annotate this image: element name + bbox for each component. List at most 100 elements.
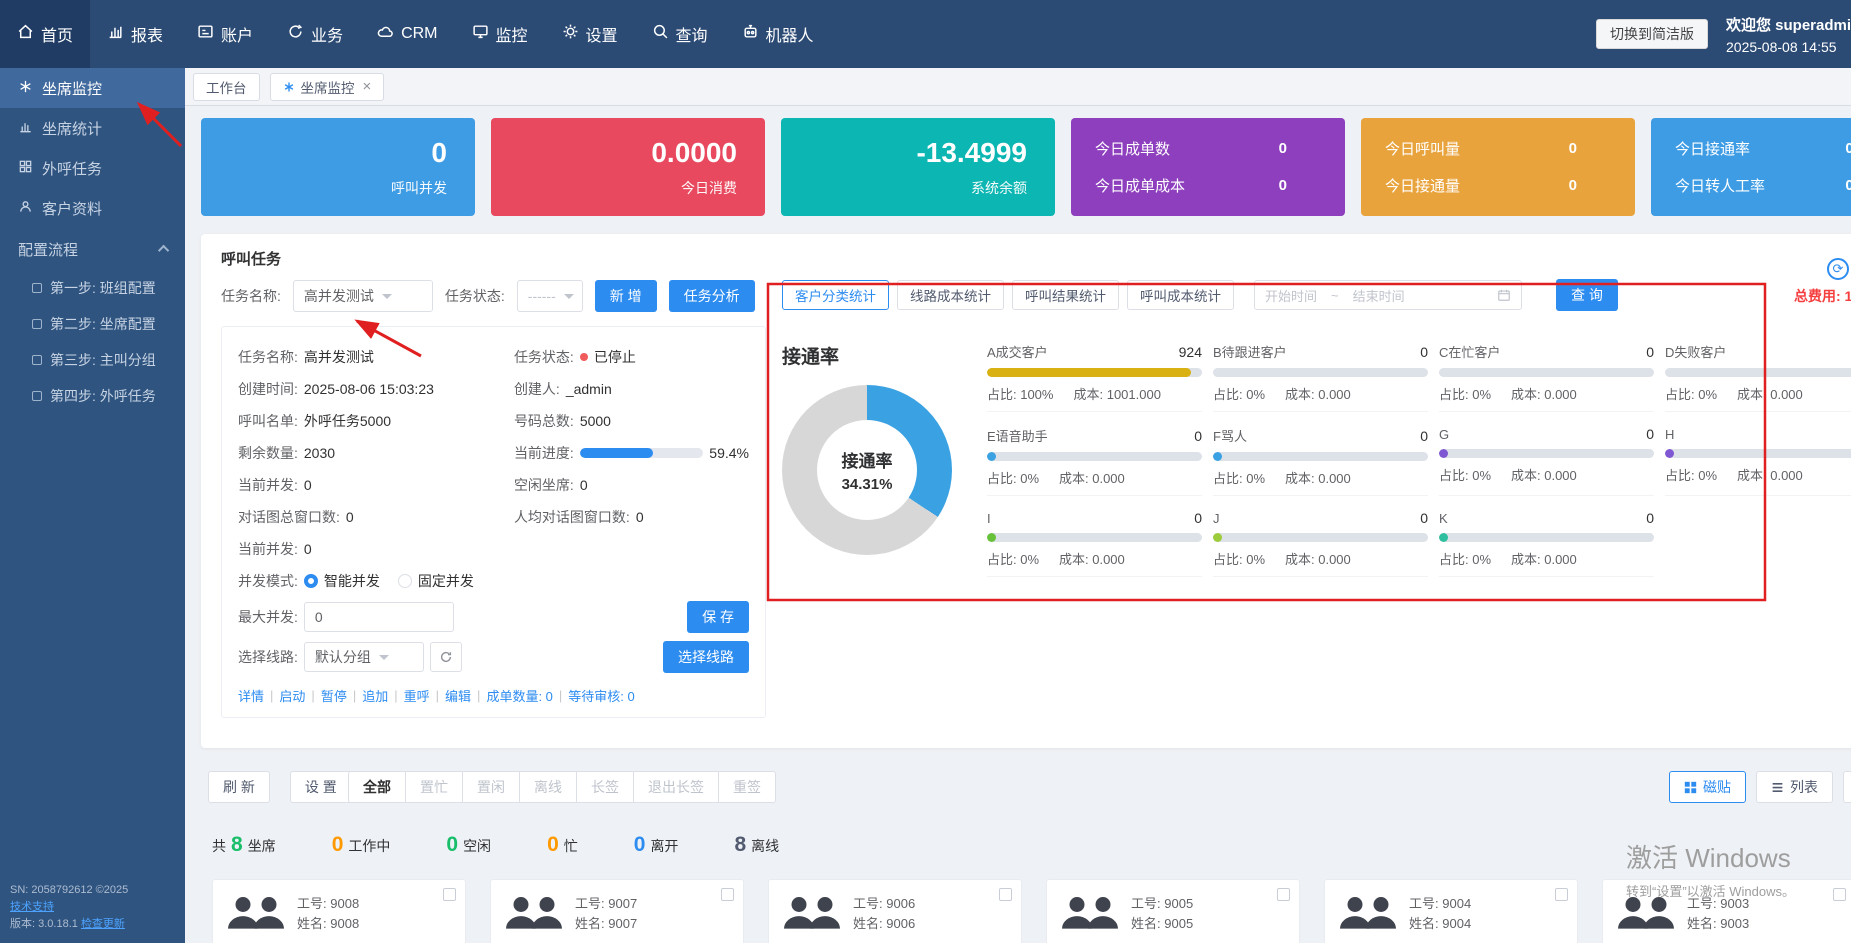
detail-link[interactable]: 详情 xyxy=(238,686,264,705)
update-link[interactable]: 检查更新 xyxy=(81,918,125,930)
nav-label: 账户 xyxy=(221,22,253,46)
nav-label: 查询 xyxy=(676,22,708,46)
pause-link[interactable]: 暂停 xyxy=(321,686,347,705)
summary-value: 8 xyxy=(734,833,746,857)
close-icon[interactable]: × xyxy=(363,78,372,95)
category-stat-item-j: J0 占比: 0%成本: 0.000 xyxy=(1213,510,1428,577)
radio-smart-concurrency[interactable] xyxy=(304,574,318,588)
summary-busy: 0 忙 xyxy=(547,833,578,857)
stat-label: 系统余额 xyxy=(971,178,1027,198)
filter-resign-button[interactable]: 重签 xyxy=(718,771,776,803)
list-view-button[interactable]: 列表 xyxy=(1756,771,1833,803)
field-value: 0 xyxy=(580,477,588,493)
summary-value: 8 xyxy=(231,833,243,857)
edit-link[interactable]: 编辑 xyxy=(445,686,471,705)
filter-set-busy-button[interactable]: 置忙 xyxy=(405,771,463,803)
nav-item-search[interactable]: 查询 xyxy=(635,0,725,68)
sidebar-item-agent-monitor[interactable]: 坐席监控 xyxy=(0,68,185,108)
nav-item-robot[interactable]: 机器人 xyxy=(725,0,831,68)
agent-card-9006[interactable]: 工号: 9006 姓名: 9006 xyxy=(768,879,1022,943)
date-range-picker[interactable]: 开始时间 ~ 结束时间 xyxy=(1254,280,1522,310)
agent-card-9007[interactable]: 工号: 9007 姓名: 9007 xyxy=(490,879,744,943)
step-square-icon xyxy=(32,355,42,365)
agent-checkbox[interactable] xyxy=(1555,888,1568,901)
agent-card-9005[interactable]: 工号: 9005 姓名: 9005 xyxy=(1046,879,1300,943)
filter-set-idle-button[interactable]: 置闲 xyxy=(462,771,520,803)
field-label: 空闲坐席: xyxy=(514,475,574,495)
support-link[interactable]: 技术支持 xyxy=(10,901,54,913)
tile-view-button[interactable]: 磁贴 xyxy=(1669,771,1746,803)
line-group-value: 默认分组 xyxy=(315,647,371,667)
agent-summary-row: 共 8 坐席 0 工作中 0 空闲 0 忙 0 离开 8 离线 xyxy=(212,833,779,857)
sidebar-label: 坐席统计 xyxy=(42,118,102,139)
nav-item-report[interactable]: 报表 xyxy=(90,0,180,68)
task-name-select[interactable]: 高并发测试 xyxy=(293,280,433,312)
filter-exit-long-sign-button[interactable]: 退出长签 xyxy=(633,771,719,803)
category-stat-item-f: F骂人0 占比: 0%成本: 0.000 xyxy=(1213,426,1428,496)
tab-workbench[interactable]: 工作台 xyxy=(193,73,260,101)
recall-link[interactable]: 重呼 xyxy=(404,686,430,705)
query-button[interactable]: 查 询 xyxy=(1556,279,1618,311)
stats-tab-call-result[interactable]: 呼叫结果统计 xyxy=(1012,280,1119,310)
save-button[interactable]: 保 存 xyxy=(687,601,749,633)
refresh-line-icon[interactable] xyxy=(430,642,462,672)
task-status-select[interactable]: ------ xyxy=(517,280,583,312)
filter-all-button[interactable]: 全部 xyxy=(348,771,406,803)
refresh-button[interactable]: 刷 新 xyxy=(208,771,270,803)
range-separator: ~ xyxy=(1331,288,1339,303)
sidebar-item-step3-caller-group[interactable]: 第三步: 主叫分组 xyxy=(0,342,185,378)
nav-item-home[interactable]: 首页 xyxy=(0,0,90,68)
add-task-button[interactable]: 新 增 xyxy=(595,280,657,312)
switch-simple-version-button[interactable]: 切换到简洁版 xyxy=(1596,19,1708,49)
select-line-button[interactable]: 选择线路 xyxy=(663,641,749,673)
start-link[interactable]: 启动 xyxy=(279,686,305,705)
nav-item-monitor[interactable]: 监控 xyxy=(455,0,545,68)
summary-value: 0 xyxy=(634,833,646,857)
nav-item-account[interactable]: 账户 xyxy=(180,0,270,68)
max-concurrency-input[interactable] xyxy=(304,602,454,632)
summary-value: 0 xyxy=(332,833,344,857)
append-link[interactable]: 追加 xyxy=(362,686,388,705)
task-analyze-button[interactable]: 任务分析 xyxy=(669,280,755,312)
field-label: 剩余数量: xyxy=(238,443,298,463)
version-text: 版本: 3.0.18.1 xyxy=(10,918,78,930)
agent-card-9004[interactable]: 工号: 9004 姓名: 9004 xyxy=(1324,879,1578,943)
filter-offline-button[interactable]: 离线 xyxy=(519,771,577,803)
agent-checkbox[interactable] xyxy=(1277,888,1290,901)
radio-fixed-concurrency[interactable] xyxy=(398,574,412,588)
stat-card-call-concurrency: 0 呼叫并发 xyxy=(201,118,475,216)
sidebar-item-customer-data[interactable]: 客户资料 xyxy=(0,188,185,228)
nav-item-crm[interactable]: CRM xyxy=(360,0,454,68)
agent-checkbox[interactable] xyxy=(443,888,456,901)
nav-item-settings[interactable]: 设置 xyxy=(545,0,635,68)
agent-toolbar: 刷 新 设 置 全部 置忙 置闲 离线 长签 退出长签 重签 磁贴 列表 查询 xyxy=(201,771,1851,809)
tab-agent-monitor[interactable]: 坐席监控 × xyxy=(270,73,385,101)
sidebar-item-agent-stats[interactable]: 坐席统计 xyxy=(0,108,185,148)
sidebar-label: 外呼任务 xyxy=(42,158,102,179)
agent-checkbox[interactable] xyxy=(721,888,734,901)
sidebar-group-config-flow[interactable]: 配置流程 xyxy=(0,228,185,270)
sidebar-item-step1-team-config[interactable]: 第一步: 班组配置 xyxy=(0,270,185,306)
agent-checkbox[interactable] xyxy=(999,888,1012,901)
max-concurrency-label: 最大并发: xyxy=(238,607,298,627)
nav-item-business[interactable]: 业务 xyxy=(270,0,360,68)
agent-checkbox[interactable] xyxy=(1833,888,1846,901)
sidebar-item-step2-agent-config[interactable]: 第二步: 坐席配置 xyxy=(0,306,185,342)
settings-button[interactable]: 设 置 xyxy=(290,771,352,803)
search-icon xyxy=(652,23,669,45)
filter-long-sign-button[interactable]: 长签 xyxy=(576,771,634,803)
stats-tab-line-cost[interactable]: 线路成本统计 xyxy=(897,280,1004,310)
order-count-link[interactable]: 成单数量: 0 xyxy=(486,686,552,705)
agent-card-9008[interactable]: 工号: 9008 姓名: 9008 xyxy=(212,879,466,943)
line-group-select[interactable]: 默认分组 xyxy=(304,642,424,672)
field-value: 2025-08-06 15:03:23 xyxy=(304,381,434,397)
sidebar-item-step4-outbound-task[interactable]: 第四步: 外呼任务 xyxy=(0,378,185,414)
pending-audit-link[interactable]: 等待审核: 0 xyxy=(568,686,634,705)
field-value: 5000 xyxy=(580,413,611,429)
sidebar-item-outbound-task[interactable]: 外呼任务 xyxy=(0,148,185,188)
panel-refresh-icon[interactable]: ⟳ xyxy=(1827,258,1849,280)
agent-search-button[interactable]: 查询 xyxy=(1843,771,1851,803)
stat-value: 0.0000 xyxy=(651,137,737,169)
stats-tab-call-cost[interactable]: 呼叫成本统计 xyxy=(1127,280,1234,310)
stats-tab-customer-category[interactable]: 客户分类统计 xyxy=(782,280,889,310)
